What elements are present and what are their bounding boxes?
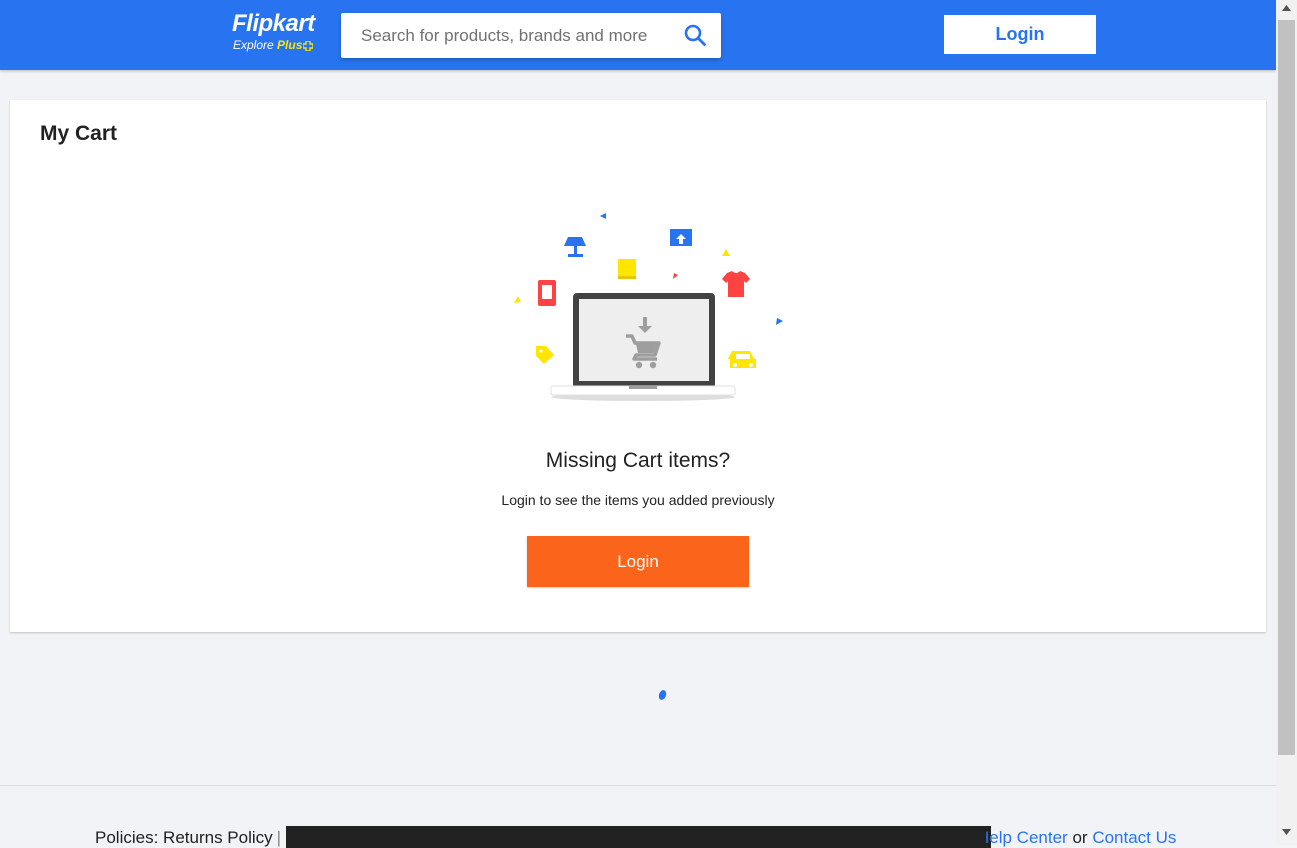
empty-cart-heading: Missing Cart items?	[545, 449, 731, 472]
logo-brand: Flipkart	[232, 10, 315, 37]
footer-separator: |	[276, 828, 282, 847]
scrollbar-thumb[interactable]	[1278, 20, 1295, 755]
cart-login-button[interactable]: Login	[527, 536, 749, 587]
page-scrollbar[interactable]	[1276, 0, 1297, 845]
logo-tagline: Explore Plus	[233, 38, 314, 52]
page-title: My Cart	[40, 122, 118, 145]
search-icon[interactable]	[683, 23, 707, 47]
plus-icon	[303, 40, 314, 51]
footer-help-links: Help Center or Contact Us	[986, 828, 1186, 848]
loading-spinner-icon	[657, 689, 668, 701]
scroll-down-arrow-icon[interactable]	[1281, 828, 1292, 836]
cart-card: My Cart Missing Cart items? Login to see…	[10, 100, 1266, 632]
empty-cart-message: Login to see the items you added previou…	[501, 492, 775, 508]
returns-policy-link[interactable]: Returns Policy	[163, 828, 273, 847]
logo-tagline-prefix: Explore	[233, 38, 274, 52]
contact-us-link[interactable]: Contact Us	[1092, 828, 1176, 847]
top-header: Flipkart Explore Plus Login	[0, 0, 1276, 70]
empty-cart-illustration	[514, 213, 783, 401]
search-box	[341, 13, 721, 58]
policies-label: Policies:	[95, 828, 159, 847]
footer-policies: Policies: Returns Policy |	[95, 828, 285, 848]
help-center-link[interactable]: Help Center	[986, 828, 1068, 847]
footer-or: or	[1072, 828, 1088, 847]
flipkart-logo[interactable]: Flipkart Explore Plus	[232, 11, 327, 57]
footer: Policies: Returns Policy | Help Center or…	[0, 785, 1276, 848]
logo-tagline-plus: Plus	[277, 38, 303, 52]
search-input[interactable]	[341, 13, 681, 58]
header-login-button[interactable]: Login	[944, 15, 1096, 54]
scroll-up-arrow-icon[interactable]	[1281, 4, 1292, 12]
